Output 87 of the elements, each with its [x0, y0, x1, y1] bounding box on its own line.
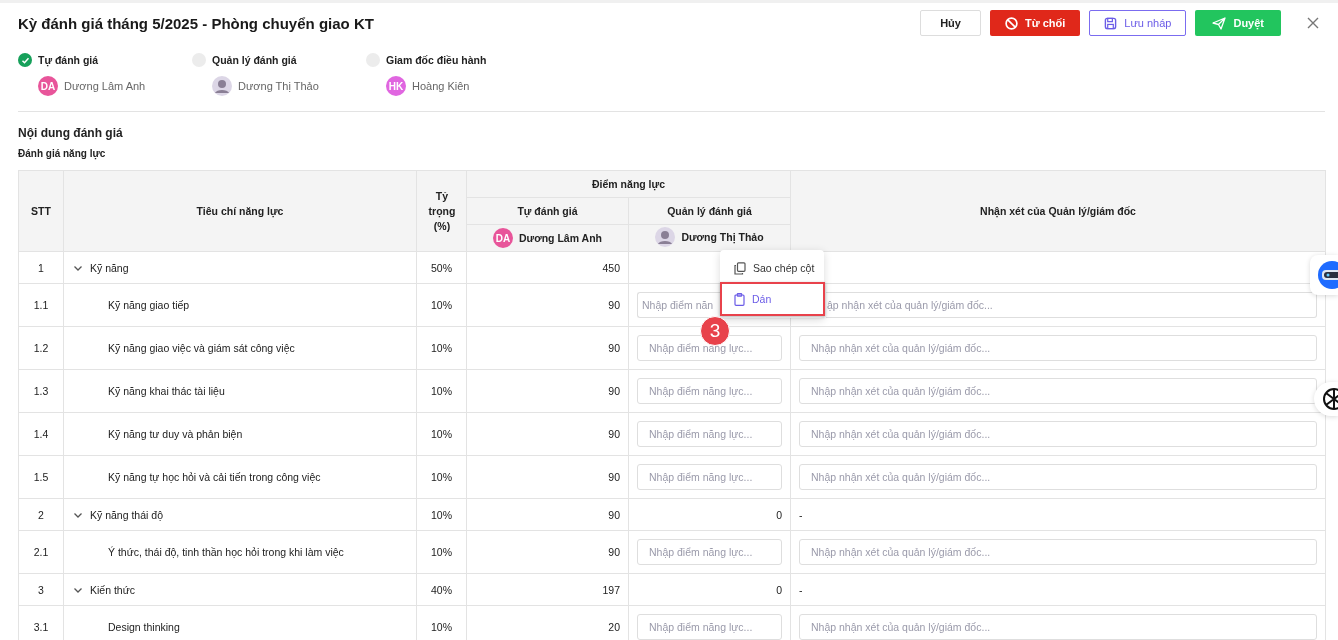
- step-label: Quản lý đánh giá: [212, 54, 297, 66]
- table-cell: 10%: [416, 498, 467, 531]
- table-cell: 3.1: [18, 605, 64, 640]
- group-name: Kỹ năng thái độ: [90, 508, 163, 521]
- avatar: DA: [38, 76, 58, 96]
- score-field[interactable]: Nhập điểm năng lực...: [637, 421, 782, 447]
- table-cell: Kỹ năng tự học hỏi và cải tiến trong công việc: [63, 455, 417, 499]
- table-cell: 90: [466, 369, 629, 413]
- table-cell: 10%: [416, 530, 467, 574]
- table-cell: 90: [466, 530, 629, 574]
- avatar-silhouette: [212, 76, 232, 96]
- avatar: HK: [386, 76, 406, 96]
- table-cell: 40%: [416, 573, 467, 606]
- column-header: Tỷ trọng (%): [416, 170, 467, 252]
- table-cell: 10%: [416, 369, 467, 413]
- step-label: Giam đốc điều hành: [386, 54, 487, 66]
- table-cell: Kỹ năng giao tiếp: [63, 283, 417, 327]
- table-cell: -: [790, 498, 1326, 531]
- ban-icon: [1004, 16, 1018, 30]
- comment-field[interactable]: Nhập nhận xét của quản lý/giám đốc...: [799, 335, 1317, 361]
- table-cell: 10%: [416, 455, 467, 499]
- menu-item[interactable]: Sao chép cột: [720, 256, 824, 280]
- menu-item[interactable]: Dán: [720, 282, 825, 316]
- comment-field[interactable]: Nhập nhận xét của quản lý/giám đốc...: [799, 421, 1317, 447]
- close-icon[interactable]: [1306, 16, 1320, 30]
- person-name: Dương Lâm Anh: [64, 80, 146, 92]
- person-name: Dương Thị Thảo: [238, 80, 319, 92]
- send-icon: [1212, 16, 1227, 30]
- comment-field[interactable]: Nhập nhận xét của quản lý/giám đốc...: [799, 539, 1317, 565]
- score-field[interactable]: Nhập điểm năng lực...: [637, 539, 782, 565]
- page-title: Kỳ đánh giá tháng 5/2025 - Phòng chuyển giao KT: [18, 14, 375, 32]
- group-name: Kiến thức: [90, 583, 135, 596]
- table-cell: 90: [466, 326, 629, 370]
- table-cell: 0: [628, 498, 791, 531]
- column-header: Tiêu chí năng lực: [63, 170, 417, 252]
- step-label: Tự đánh giá: [38, 54, 99, 66]
- table-cell: Kỹ năng khai thác tài liệu: [63, 369, 417, 413]
- avatar-silhouette: [655, 227, 676, 247]
- score-field[interactable]: Nhập điểm năng lực...: [637, 614, 782, 640]
- comment-field[interactable]: Nhập nhận xét của quản lý/giám đốc...: [799, 378, 1317, 404]
- group-name: Kỹ năng: [90, 261, 129, 274]
- table-cell: 3: [18, 573, 64, 606]
- table-cell: 0: [628, 573, 791, 606]
- person-name: Dương Lâm Anh: [519, 232, 602, 244]
- table-cell: 10%: [416, 412, 467, 456]
- cancel-button[interactable]: Hủy: [920, 10, 981, 36]
- table-cell: -: [790, 573, 1326, 606]
- column-header: STT: [18, 170, 64, 252]
- score-field[interactable]: Nhập điểm năng lực...: [637, 378, 782, 404]
- avatar: DA: [493, 228, 514, 248]
- table-cell: 1.3: [18, 369, 64, 413]
- table-cell: 1: [18, 251, 64, 284]
- table-cell: 90: [466, 412, 629, 456]
- table-cell: 1.2: [18, 326, 64, 370]
- draft-button[interactable]: Lưu nháp: [1089, 10, 1187, 36]
- table-cell: Ý thức, thái độ, tinh thần học hỏi trong khi làm việc: [63, 530, 417, 574]
- score-field[interactable]: Nhập điểm năng lực...: [637, 464, 782, 490]
- column-header: Nhận xét của Quản lý/giám đốc: [790, 170, 1326, 252]
- section-title: Nội dung đánh giá: [18, 126, 123, 140]
- table-cell: 1.1: [18, 283, 64, 327]
- column-header: Quản lý đánh giá: [628, 197, 791, 225]
- comment-field[interactable]: ập nhận xét của quản lý/giám đốc...: [826, 292, 1317, 318]
- clipboard-icon: [734, 292, 745, 306]
- table-cell: 197: [466, 573, 629, 606]
- reject-button[interactable]: Từ chối: [989, 10, 1081, 36]
- person-name: Dương Thị Thảo: [681, 231, 764, 243]
- table-cell: Kỹ năng giao việc và giám sát công việc: [63, 326, 417, 370]
- table-cell: Kỹ năng tư duy và phản biện: [63, 412, 417, 456]
- table-cell: 2: [18, 498, 64, 531]
- table-cell: 90: [466, 455, 629, 499]
- comment-field[interactable]: Nhập nhận xét của quản lý/giám đốc...: [799, 614, 1317, 640]
- table-cell: 10%: [416, 326, 467, 370]
- table-cell: 90: [466, 283, 629, 327]
- score-field[interactable]: Nhập điểm năn: [637, 292, 721, 318]
- copy-icon: [734, 261, 746, 275]
- table-cell: 50%: [416, 251, 467, 284]
- comment-field[interactable]: Nhập nhận xét của quản lý/giám đốc...: [799, 464, 1317, 490]
- table-cell: 2.1: [18, 530, 64, 574]
- column-header: Điểm năng lực: [466, 170, 791, 198]
- table-cell: 1.5: [18, 455, 64, 499]
- person-name: Hoàng Kiên: [412, 80, 470, 92]
- table-cell: 450: [466, 251, 629, 284]
- table-cell: 1.4: [18, 412, 64, 456]
- subsection-title: Đánh giá năng lực: [18, 148, 107, 159]
- table-cell: 10%: [416, 283, 467, 327]
- column-header: Tự đánh giá: [466, 197, 629, 225]
- table-cell: 90: [466, 498, 629, 531]
